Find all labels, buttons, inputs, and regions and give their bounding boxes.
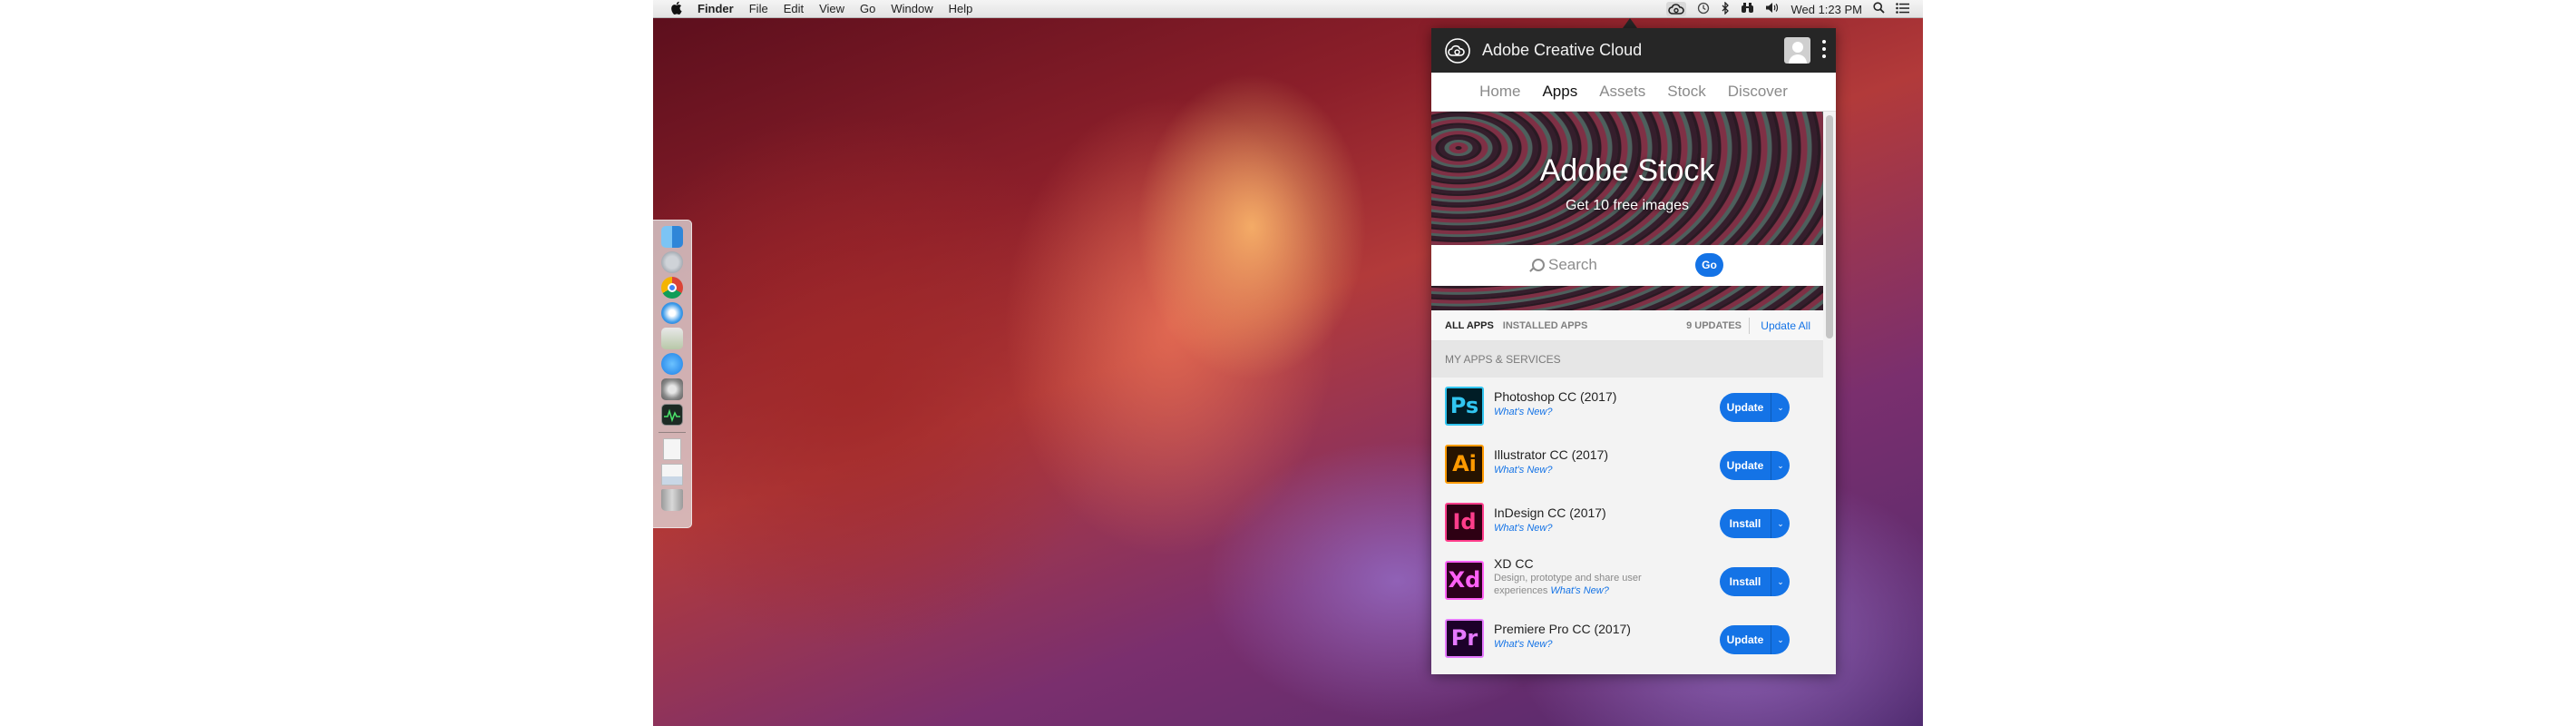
chevron-down-icon[interactable]: ⌄	[1771, 451, 1790, 480]
whats-new-link[interactable]: What's New?	[1550, 585, 1608, 596]
whats-new-link[interactable]: What's New?	[1494, 523, 1552, 534]
bluetooth-icon[interactable]	[1721, 0, 1730, 17]
menu-clock[interactable]: Wed 1:23 PM	[1791, 3, 1862, 16]
stock-search-bar: Search Go	[1431, 245, 1823, 286]
avatar[interactable]	[1784, 37, 1810, 64]
stock-search-placeholder: Search	[1548, 256, 1597, 273]
menu-bar: Finder File Edit View Go Window Help Wed…	[653, 0, 1923, 18]
spotlight-search-icon[interactable]	[1873, 2, 1885, 16]
update-all-link[interactable]: Update All	[1761, 319, 1810, 332]
system-preferences-icon[interactable]	[661, 378, 683, 400]
app-name: XD CC	[1494, 556, 1534, 571]
illustrator-icon: Ai	[1445, 445, 1484, 484]
volume-icon[interactable]	[1765, 2, 1780, 16]
menu-view[interactable]: View	[819, 2, 844, 15]
chevron-down-icon[interactable]: ⌄	[1771, 625, 1790, 654]
chevron-down-icon[interactable]: ⌄	[1771, 567, 1790, 596]
dock	[653, 220, 692, 528]
filter-all-apps[interactable]: ALL APPS	[1445, 320, 1494, 331]
panel-tabs: Home Apps Assets Stock Discover	[1431, 73, 1836, 112]
preview-icon[interactable]	[661, 328, 683, 349]
creative-cloud-logo-icon	[1444, 37, 1471, 64]
stock-banner[interactable]: Adobe Stock Get 10 free images Search Go	[1431, 112, 1823, 310]
app-name: Photoshop CC (2017)	[1494, 389, 1617, 404]
notification-center-icon[interactable]	[1896, 2, 1910, 16]
app-row-indesign: Id InDesign CC (2017) What's New? Instal…	[1431, 494, 1823, 552]
action-label: Update	[1726, 459, 1764, 472]
app-row-photoshop: Ps Photoshop CC (2017) What's New? Updat…	[1431, 378, 1823, 436]
section-header: MY APPS & SERVICES	[1431, 341, 1823, 378]
app-name: Premiere Pro CC (2017)	[1494, 622, 1631, 636]
dock-separator	[659, 432, 686, 433]
stock-banner-title: Adobe Stock	[1539, 153, 1715, 188]
time-machine-icon[interactable]	[1697, 2, 1710, 17]
tab-home[interactable]: Home	[1479, 83, 1520, 101]
tab-assets[interactable]: Assets	[1599, 83, 1645, 101]
app-description: Design, prototype and share user experie…	[1494, 572, 1666, 597]
more-options-icon[interactable]	[1821, 40, 1827, 58]
binoculars-icon[interactable]	[1741, 2, 1754, 16]
stock-search-input[interactable]: Search	[1529, 256, 1597, 274]
menu-window[interactable]: Window	[891, 2, 932, 15]
whats-new-link[interactable]: What's New?	[1494, 465, 1552, 476]
app-row-illustrator: Ai Illustrator CC (2017) What's New? Upd…	[1431, 436, 1823, 494]
chrome-icon[interactable]	[661, 277, 683, 299]
update-button[interactable]: Update ⌄	[1720, 451, 1790, 480]
panel-title: Adobe Creative Cloud	[1482, 41, 1643, 59]
action-label: Update	[1726, 633, 1764, 646]
search-icon	[1529, 258, 1545, 272]
xd-icon: Xd	[1445, 561, 1484, 600]
filter-installed-apps[interactable]: INSTALLED APPS	[1503, 320, 1588, 331]
creative-cloud-icon[interactable]	[1666, 2, 1687, 16]
whats-new-link[interactable]: What's New?	[1494, 407, 1552, 417]
action-label: Install	[1729, 517, 1761, 530]
chevron-down-icon[interactable]: ⌄	[1771, 509, 1790, 538]
app-name: InDesign CC (2017)	[1494, 505, 1606, 520]
updates-count: 9 UPDATES	[1686, 319, 1742, 331]
finder-icon[interactable]	[661, 226, 683, 248]
launchpad-icon[interactable]	[661, 251, 683, 273]
indesign-icon: Id	[1445, 503, 1484, 542]
menu-go[interactable]: Go	[860, 2, 875, 15]
safari-icon[interactable]	[661, 302, 683, 324]
menu-edit[interactable]: Edit	[784, 2, 804, 15]
menu-help[interactable]: Help	[949, 2, 973, 15]
action-label: Update	[1726, 401, 1764, 414]
desktop: Finder File Edit View Go Window Help Wed…	[653, 0, 1923, 726]
trash-icon[interactable]	[661, 489, 683, 511]
photoshop-icon: Ps	[1445, 387, 1484, 426]
apps-filter-row: ALL APPS INSTALLED APPS 9 UPDATES Update…	[1431, 310, 1823, 341]
panel-scrollbar[interactable]	[1826, 115, 1833, 338]
whats-new-link[interactable]: What's New?	[1494, 639, 1552, 650]
action-label: Install	[1729, 575, 1761, 588]
update-button[interactable]: Update ⌄	[1720, 393, 1790, 422]
chevron-down-icon[interactable]: ⌄	[1771, 393, 1790, 422]
update-button[interactable]: Update ⌄	[1720, 625, 1790, 654]
install-button[interactable]: Install ⌄	[1720, 509, 1790, 538]
filter-divider	[1749, 318, 1750, 334]
apps-scroll-area[interactable]: Adobe Stock Get 10 free images Search Go…	[1431, 112, 1823, 674]
photo-icon[interactable]	[661, 464, 683, 486]
stock-banner-subtitle: Get 10 free images	[1565, 198, 1690, 213]
app-row-premiere-pro: Pr Premiere Pro CC (2017) What's New? Up…	[1431, 610, 1823, 668]
tab-apps[interactable]: Apps	[1542, 83, 1577, 101]
panel-caret	[1623, 18, 1637, 28]
menu-app-name[interactable]: Finder	[698, 2, 734, 15]
tab-stock[interactable]: Stock	[1667, 83, 1706, 101]
premiere-pro-icon: Pr	[1445, 619, 1484, 658]
app-row-xd: Xd XD CC Design, prototype and share use…	[1431, 552, 1823, 610]
stock-go-button[interactable]: Go	[1695, 253, 1723, 277]
install-button[interactable]: Install ⌄	[1720, 567, 1790, 596]
app-name: Illustrator CC (2017)	[1494, 447, 1609, 462]
activity-monitor-icon[interactable]	[661, 404, 683, 426]
creative-cloud-panel: Adobe Creative Cloud Home Apps Assets St…	[1431, 28, 1836, 674]
document-icon[interactable]	[663, 438, 681, 460]
menu-file[interactable]: File	[749, 2, 768, 15]
panel-header: Adobe Creative Cloud	[1431, 28, 1836, 73]
tab-discover[interactable]: Discover	[1728, 83, 1788, 101]
apple-menu-icon[interactable]	[669, 1, 682, 17]
app-store-icon[interactable]	[661, 353, 683, 375]
